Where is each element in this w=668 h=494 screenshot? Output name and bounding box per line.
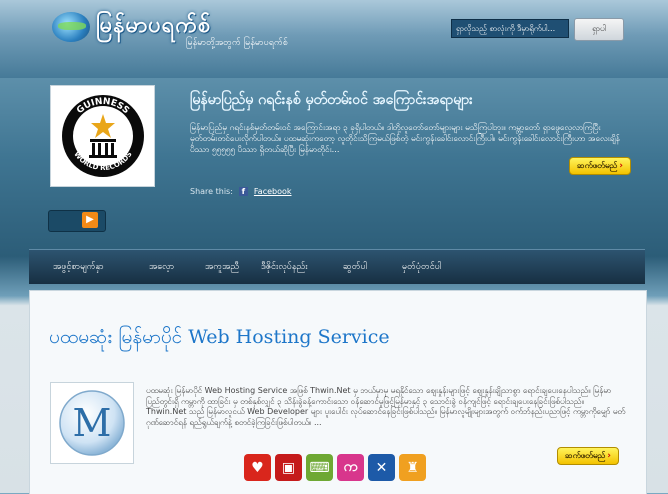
featured-read-more-button[interactable]: ဆက်ဖတ်မည် › [569, 157, 631, 175]
share-bar: Share this: f Facebook [190, 187, 292, 196]
main-nav: အဖွင့်စာမျက်နှာ အလေ့ာ အကူအညီ ဒီဇိုင်းလုပ… [29, 249, 645, 284]
myanmar-ka-icon[interactable]: က [337, 454, 364, 481]
person-heart-icon[interactable]: ♥ [244, 454, 271, 481]
facebook-share-link[interactable]: Facebook [254, 187, 292, 196]
guinness-logo[interactable]: GUINNESS WORLD RECORDS [50, 85, 155, 187]
bus-icon[interactable]: ▣ [275, 454, 302, 481]
post-body: ပထမဆုံး မြန်မာပိုင် Web Hosting Service … [146, 386, 626, 427]
post-title[interactable]: ပထမဆုံး မြန်မာပိုင် Web Hosting Service [49, 325, 390, 353]
nav-item-home[interactable]: အဖွင့်စာမျက်နှာ [53, 250, 104, 284]
m-globe-icon: M [59, 390, 125, 456]
arrow-right-icon: › [619, 161, 623, 171]
guinness-record-icon: GUINNESS WORLD RECORDS [61, 95, 144, 177]
featured-read-more-label: ဆက်ဖတ်မည် [577, 161, 618, 170]
featured-body: မြန်မာပြည်မှ ဂရင်းနစ်မှတ်တမ်းဝင် အကြောင်… [190, 122, 620, 154]
post-thumbnail[interactable]: M [50, 382, 134, 464]
sponsor-icons: ♥ ▣ ⌨ က ✕ ♜ [244, 454, 426, 481]
search-input[interactable]: ရှာလိုသည့် စာလုံးကို ဒီမှာရိုက်ပါ... [451, 19, 569, 38]
tagline: မြန်မာတို့အတွက် မြန်မာပရက်စ် [186, 38, 288, 48]
nav-item-design[interactable]: ဒီဇိုင်းလုပ်နည်း [261, 250, 308, 284]
share-label: Share this: [190, 187, 233, 196]
facebook-icon[interactable]: f [238, 187, 248, 196]
arrow-right-icon: › [607, 451, 611, 461]
nav-item-2[interactable]: အလေ့ာ [149, 250, 174, 284]
globe-icon [52, 11, 90, 42]
play-icon[interactable]: ▶ [82, 212, 98, 228]
people-key-icon[interactable]: ✕ [368, 454, 395, 481]
keyboard-icon[interactable]: ⌨ [306, 454, 333, 481]
post-read-more-label: ဆက်ဖတ်မည် [565, 451, 606, 460]
search-button[interactable]: ရှာပါ [574, 18, 624, 41]
runner-icon[interactable]: ♜ [399, 454, 426, 481]
thumb-letter: M [73, 401, 112, 445]
nav-item-help[interactable]: အကူအညီ [205, 250, 239, 284]
post-read-more-button[interactable]: ဆက်ဖတ်မည် › [557, 447, 619, 465]
nav-item-register[interactable]: မှတ်ပုံတင်ပါ [402, 250, 441, 284]
nav-item-5[interactable]: ဆွတ်ပါ [343, 250, 367, 284]
featured-title[interactable]: မြန်မာပြည်မှ ဂရင်းနစ် မှတ်တမ်းဝင် အကြောင… [190, 90, 473, 111]
